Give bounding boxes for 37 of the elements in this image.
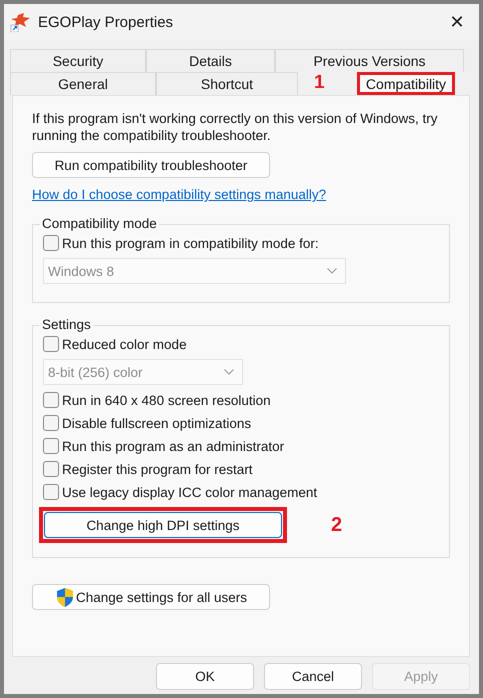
- annotation-number: 2: [331, 514, 342, 536]
- tab[interactable]: Compatibility: [356, 72, 456, 95]
- checkbox[interactable]: [43, 484, 59, 500]
- checkbox[interactable]: [43, 235, 59, 251]
- dialog-button[interactable]: OK: [156, 663, 254, 690]
- dpi-settings-button[interactable]: Change high DPI settings: [44, 512, 282, 538]
- app-icon: [10, 12, 32, 32]
- annotation-number: 1: [314, 72, 325, 94]
- checkbox-label: Reduced color mode: [62, 336, 187, 352]
- chevron-icon: [327, 268, 337, 274]
- checkbox-label: Use legacy display ICC color management: [62, 484, 318, 500]
- tab[interactable]: Security: [10, 49, 146, 72]
- all-users-button[interactable]: Change settings for all users: [32, 584, 270, 610]
- tab[interactable]: Details: [146, 49, 275, 72]
- checkbox-label: Run in 640 x 480 screen resolution: [62, 392, 271, 408]
- checkbox-label: Run this program as an administrator: [62, 438, 284, 454]
- help-link[interactable]: How do I choose compatibility settings manually?: [32, 187, 326, 202]
- checkbox-label: Disable fullscreen optimizations: [62, 416, 252, 430]
- window-title: EGOPlay Properties: [38, 14, 174, 30]
- checkbox-label: Register this program for restart: [62, 462, 253, 476]
- checkbox[interactable]: [43, 415, 59, 431]
- close-button[interactable]: ✕: [435, 6, 479, 38]
- checkbox[interactable]: [43, 438, 59, 454]
- tab[interactable]: Previous Versions: [275, 49, 464, 72]
- checkbox[interactable]: [43, 336, 59, 352]
- checkbox[interactable]: [43, 461, 59, 477]
- tab[interactable]: General: [10, 72, 156, 95]
- shield-icon: [54, 586, 75, 608]
- chevron-icon: [224, 369, 234, 375]
- intro-text: If this program isn't working correctly on this version of Windows, try running the compatibility troubleshooter.: [32, 110, 438, 144]
- dialog-button[interactable]: Cancel: [264, 663, 362, 690]
- group-title: Compatibility mode: [40, 216, 159, 231]
- tab[interactable]: Shortcut: [156, 72, 298, 95]
- checkbox[interactable]: [43, 392, 59, 408]
- checkbox-label: Run this program in compatibility mode for:: [62, 236, 319, 250]
- group-title: Settings: [40, 317, 93, 332]
- troubleshooter-button[interactable]: Run compatibility troubleshooter: [32, 152, 270, 178]
